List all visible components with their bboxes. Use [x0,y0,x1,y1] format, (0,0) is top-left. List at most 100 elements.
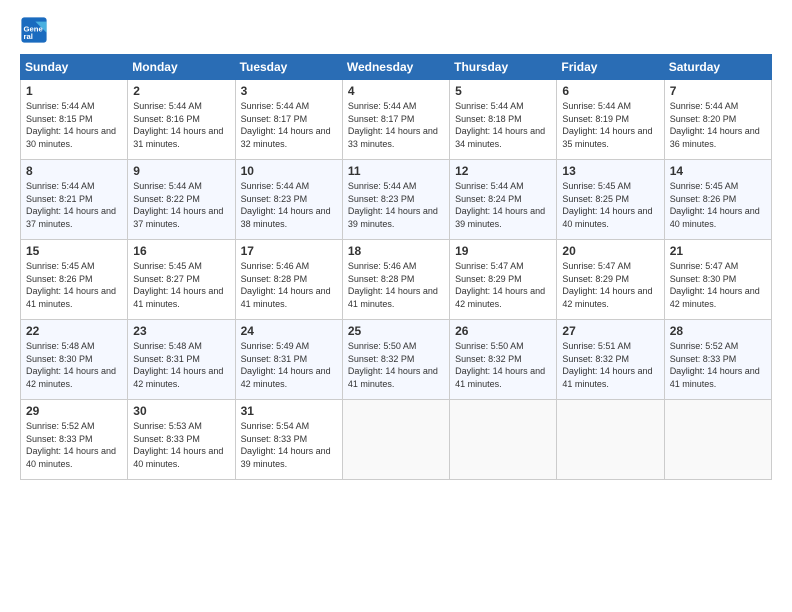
day-number: 22 [26,324,122,338]
day-number: 9 [133,164,229,178]
day-number: 13 [562,164,658,178]
day-info: Sunrise: 5:47 AMSunset: 8:30 PMDaylight:… [670,261,760,309]
calendar-cell: 22 Sunrise: 5:48 AMSunset: 8:30 PMDaylig… [21,320,128,400]
day-info: Sunrise: 5:47 AMSunset: 8:29 PMDaylight:… [562,261,652,309]
day-info: Sunrise: 5:48 AMSunset: 8:30 PMDaylight:… [26,341,116,389]
weekday-header-friday: Friday [557,55,664,80]
day-info: Sunrise: 5:45 AMSunset: 8:25 PMDaylight:… [562,181,652,229]
day-info: Sunrise: 5:52 AMSunset: 8:33 PMDaylight:… [26,421,116,469]
calendar-cell [342,400,449,480]
calendar-week-row-3: 15 Sunrise: 5:45 AMSunset: 8:26 PMDaylig… [21,240,772,320]
calendar-cell: 6 Sunrise: 5:44 AMSunset: 8:19 PMDayligh… [557,80,664,160]
calendar-cell: 7 Sunrise: 5:44 AMSunset: 8:20 PMDayligh… [664,80,771,160]
calendar-table: SundayMondayTuesdayWednesdayThursdayFrid… [20,54,772,480]
calendar-cell: 9 Sunrise: 5:44 AMSunset: 8:22 PMDayligh… [128,160,235,240]
day-info: Sunrise: 5:46 AMSunset: 8:28 PMDaylight:… [241,261,331,309]
calendar-cell: 30 Sunrise: 5:53 AMSunset: 8:33 PMDaylig… [128,400,235,480]
calendar-cell: 17 Sunrise: 5:46 AMSunset: 8:28 PMDaylig… [235,240,342,320]
day-number: 16 [133,244,229,258]
calendar-cell: 31 Sunrise: 5:54 AMSunset: 8:33 PMDaylig… [235,400,342,480]
day-number: 23 [133,324,229,338]
day-number: 27 [562,324,658,338]
calendar-cell [557,400,664,480]
calendar-cell: 29 Sunrise: 5:52 AMSunset: 8:33 PMDaylig… [21,400,128,480]
day-info: Sunrise: 5:44 AMSunset: 8:15 PMDaylight:… [26,101,116,149]
logo: Gene ral [20,16,52,44]
day-number: 20 [562,244,658,258]
calendar-cell: 5 Sunrise: 5:44 AMSunset: 8:18 PMDayligh… [450,80,557,160]
page: Gene ral SundayMondayTuesdayWednesdayThu… [0,0,792,490]
weekday-header-sunday: Sunday [21,55,128,80]
day-number: 4 [348,84,444,98]
day-number: 7 [670,84,766,98]
header: Gene ral [20,16,772,44]
day-number: 29 [26,404,122,418]
day-number: 2 [133,84,229,98]
day-info: Sunrise: 5:49 AMSunset: 8:31 PMDaylight:… [241,341,331,389]
calendar-cell: 15 Sunrise: 5:45 AMSunset: 8:26 PMDaylig… [21,240,128,320]
day-info: Sunrise: 5:44 AMSunset: 8:23 PMDaylight:… [241,181,331,229]
calendar-header-row: SundayMondayTuesdayWednesdayThursdayFrid… [21,55,772,80]
calendar-cell: 26 Sunrise: 5:50 AMSunset: 8:32 PMDaylig… [450,320,557,400]
day-info: Sunrise: 5:50 AMSunset: 8:32 PMDaylight:… [455,341,545,389]
day-number: 5 [455,84,551,98]
day-number: 30 [133,404,229,418]
calendar-cell: 16 Sunrise: 5:45 AMSunset: 8:27 PMDaylig… [128,240,235,320]
calendar-cell: 3 Sunrise: 5:44 AMSunset: 8:17 PMDayligh… [235,80,342,160]
calendar-week-row-1: 1 Sunrise: 5:44 AMSunset: 8:15 PMDayligh… [21,80,772,160]
day-number: 11 [348,164,444,178]
day-info: Sunrise: 5:44 AMSunset: 8:17 PMDaylight:… [241,101,331,149]
calendar-cell: 24 Sunrise: 5:49 AMSunset: 8:31 PMDaylig… [235,320,342,400]
calendar-cell: 21 Sunrise: 5:47 AMSunset: 8:30 PMDaylig… [664,240,771,320]
day-number: 18 [348,244,444,258]
day-info: Sunrise: 5:44 AMSunset: 8:16 PMDaylight:… [133,101,223,149]
day-number: 15 [26,244,122,258]
day-info: Sunrise: 5:53 AMSunset: 8:33 PMDaylight:… [133,421,223,469]
calendar-cell: 14 Sunrise: 5:45 AMSunset: 8:26 PMDaylig… [664,160,771,240]
calendar-cell: 25 Sunrise: 5:50 AMSunset: 8:32 PMDaylig… [342,320,449,400]
calendar-cell: 8 Sunrise: 5:44 AMSunset: 8:21 PMDayligh… [21,160,128,240]
day-info: Sunrise: 5:44 AMSunset: 8:20 PMDaylight:… [670,101,760,149]
day-number: 8 [26,164,122,178]
calendar-cell [664,400,771,480]
day-number: 17 [241,244,337,258]
day-info: Sunrise: 5:44 AMSunset: 8:23 PMDaylight:… [348,181,438,229]
calendar-week-row-5: 29 Sunrise: 5:52 AMSunset: 8:33 PMDaylig… [21,400,772,480]
day-number: 24 [241,324,337,338]
calendar-cell: 10 Sunrise: 5:44 AMSunset: 8:23 PMDaylig… [235,160,342,240]
day-number: 26 [455,324,551,338]
calendar-cell: 4 Sunrise: 5:44 AMSunset: 8:17 PMDayligh… [342,80,449,160]
day-info: Sunrise: 5:44 AMSunset: 8:22 PMDaylight:… [133,181,223,229]
calendar-week-row-2: 8 Sunrise: 5:44 AMSunset: 8:21 PMDayligh… [21,160,772,240]
day-info: Sunrise: 5:45 AMSunset: 8:27 PMDaylight:… [133,261,223,309]
day-number: 10 [241,164,337,178]
day-info: Sunrise: 5:54 AMSunset: 8:33 PMDaylight:… [241,421,331,469]
day-number: 12 [455,164,551,178]
day-info: Sunrise: 5:48 AMSunset: 8:31 PMDaylight:… [133,341,223,389]
day-info: Sunrise: 5:52 AMSunset: 8:33 PMDaylight:… [670,341,760,389]
calendar-cell: 2 Sunrise: 5:44 AMSunset: 8:16 PMDayligh… [128,80,235,160]
day-info: Sunrise: 5:44 AMSunset: 8:18 PMDaylight:… [455,101,545,149]
calendar-cell [450,400,557,480]
day-number: 3 [241,84,337,98]
day-number: 31 [241,404,337,418]
day-number: 1 [26,84,122,98]
calendar-cell: 13 Sunrise: 5:45 AMSunset: 8:25 PMDaylig… [557,160,664,240]
calendar-cell: 1 Sunrise: 5:44 AMSunset: 8:15 PMDayligh… [21,80,128,160]
day-number: 28 [670,324,766,338]
day-info: Sunrise: 5:50 AMSunset: 8:32 PMDaylight:… [348,341,438,389]
calendar-cell: 12 Sunrise: 5:44 AMSunset: 8:24 PMDaylig… [450,160,557,240]
day-number: 21 [670,244,766,258]
logo-icon: Gene ral [20,16,48,44]
weekday-header-thursday: Thursday [450,55,557,80]
calendar-cell: 28 Sunrise: 5:52 AMSunset: 8:33 PMDaylig… [664,320,771,400]
calendar-cell: 20 Sunrise: 5:47 AMSunset: 8:29 PMDaylig… [557,240,664,320]
day-number: 6 [562,84,658,98]
svg-text:ral: ral [24,32,33,41]
day-number: 14 [670,164,766,178]
day-info: Sunrise: 5:44 AMSunset: 8:17 PMDaylight:… [348,101,438,149]
weekday-header-saturday: Saturday [664,55,771,80]
calendar-cell: 27 Sunrise: 5:51 AMSunset: 8:32 PMDaylig… [557,320,664,400]
day-info: Sunrise: 5:44 AMSunset: 8:19 PMDaylight:… [562,101,652,149]
day-info: Sunrise: 5:47 AMSunset: 8:29 PMDaylight:… [455,261,545,309]
